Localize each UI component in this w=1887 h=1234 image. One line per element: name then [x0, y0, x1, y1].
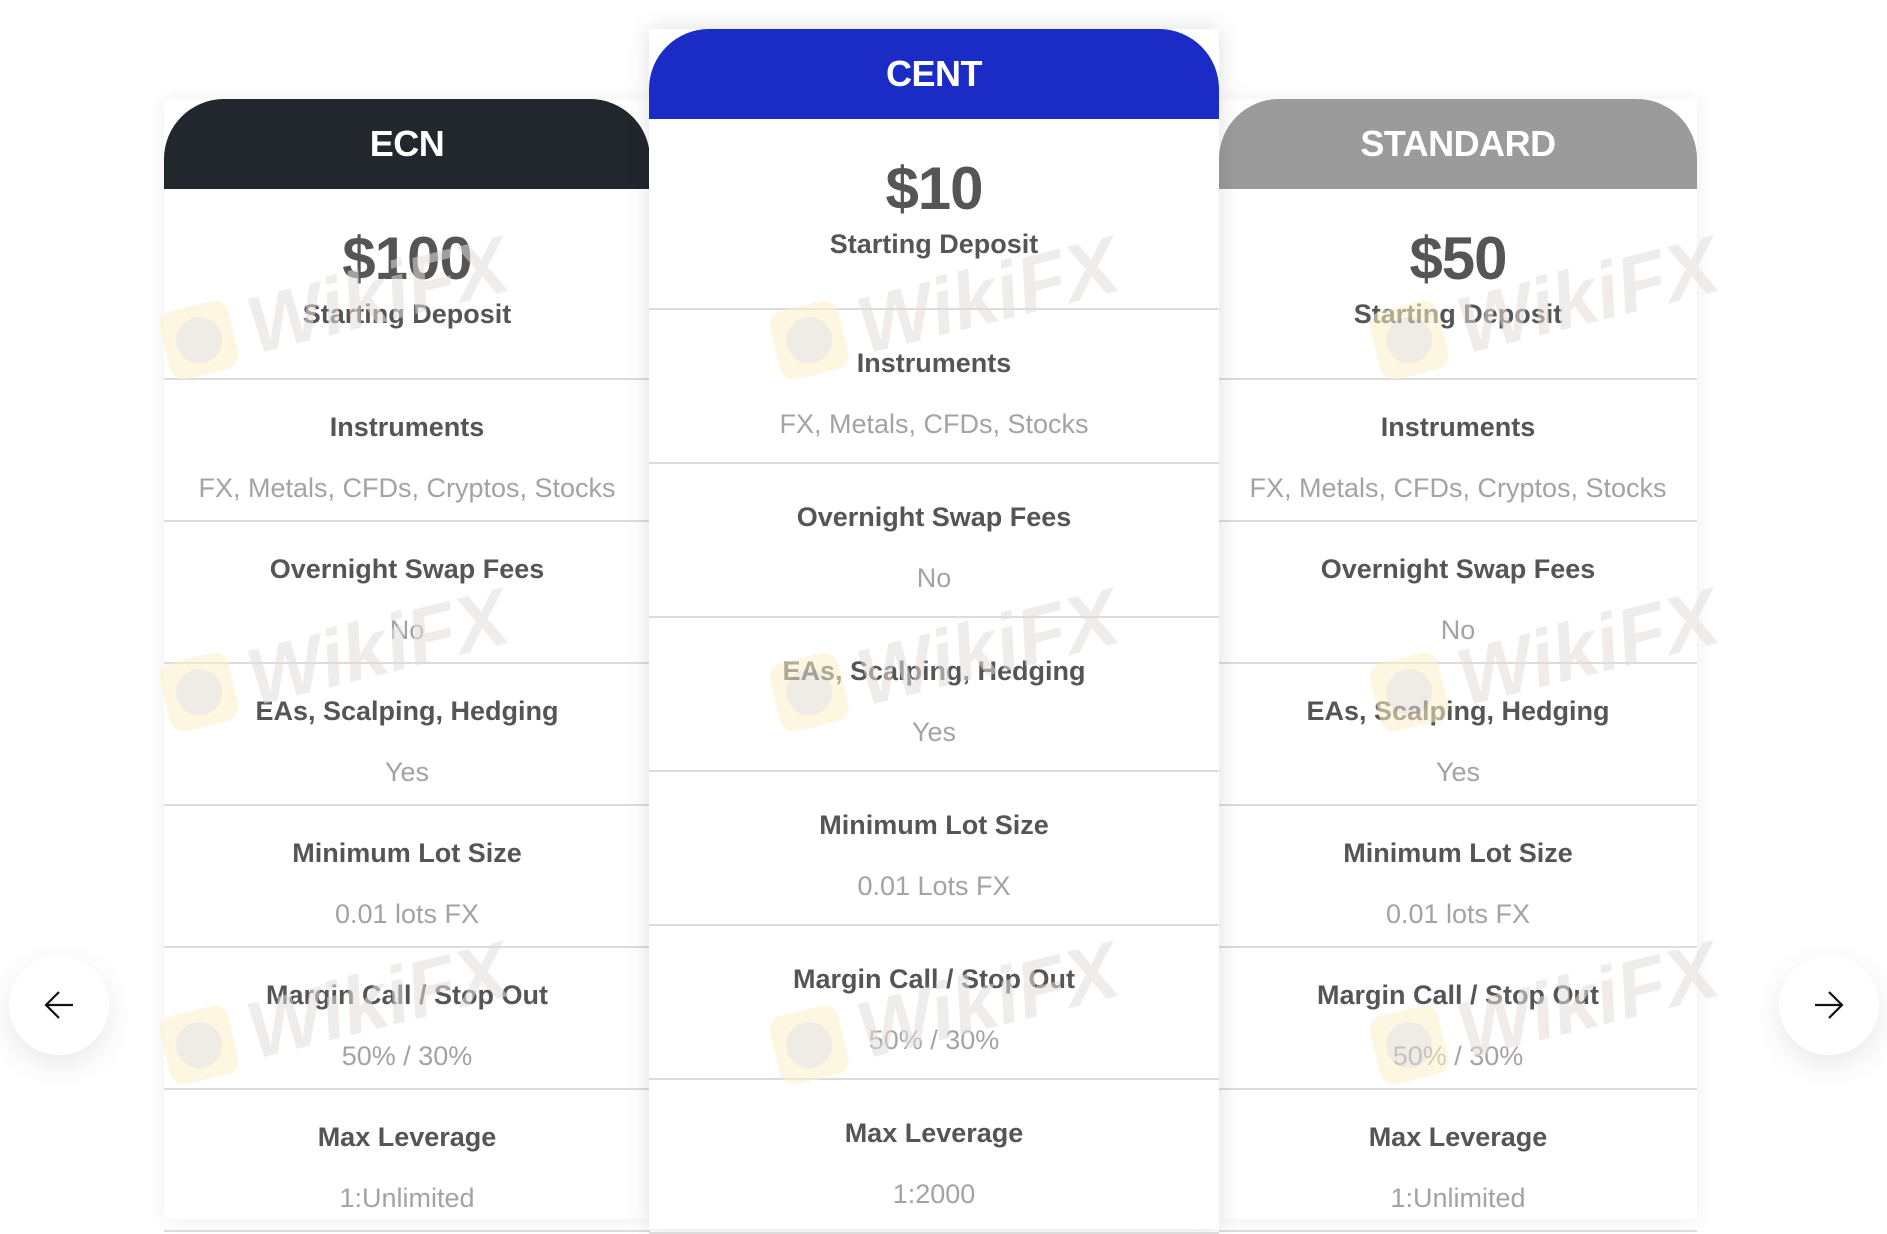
account-card-standard: STANDARD $50 Starting Deposit Instrument…: [1219, 99, 1697, 1232]
feature-value: 0.01 lots FX: [334, 899, 480, 929]
feature-title: Margin Call / Stop Out: [1317, 980, 1599, 1010]
feature-row: Instruments FX, Metals, CFDs, Cryptos, St…: [164, 380, 650, 522]
feature-row: Instruments FX, Metals, CFDs, Stocks: [649, 310, 1219, 464]
feature-title: Minimum Lot Size: [1343, 838, 1573, 868]
feature-row: Overnight Swap Fees No: [649, 464, 1219, 618]
deposit-label: Starting Deposit: [1353, 299, 1563, 329]
starting-deposit: $10 Starting Deposit: [649, 119, 1219, 310]
feature-value: 50% / 30%: [1392, 1041, 1524, 1071]
account-card-ecn: ECN $100 Starting Deposit Instruments FX,…: [164, 99, 650, 1232]
deposit-label: Starting Deposit: [829, 229, 1039, 259]
feature-row: Margin Call / Stop Out 50% / 30%: [649, 926, 1219, 1080]
carousel-next-button[interactable]: [1779, 955, 1879, 1055]
feature-title: Max Leverage: [1368, 1122, 1548, 1152]
feature-value: Yes: [384, 757, 430, 787]
feature-title: Minimum Lot Size: [292, 838, 522, 868]
feature-value: 50% / 30%: [868, 1025, 1000, 1055]
feature-title: Max Leverage: [317, 1122, 497, 1152]
feature-value: 0.01 lots FX: [1385, 899, 1531, 929]
feature-value: 1:Unlimited: [339, 1183, 475, 1213]
feature-row: EAs, Scalping, Hedging Yes: [649, 618, 1219, 772]
feature-value: Yes: [911, 717, 957, 747]
feature-value: FX, Metals, CFDs, Cryptos, Stocks: [1249, 473, 1667, 503]
deposit-label: Starting Deposit: [302, 299, 512, 329]
feature-value: No: [1440, 615, 1476, 645]
feature-title: Instruments: [329, 412, 485, 442]
deposit-amount: $50: [1409, 225, 1507, 292]
deposit-amount: $10: [885, 155, 983, 222]
feature-title: Minimum Lot Size: [819, 810, 1049, 840]
feature-title: EAs, Scalping, Hedging: [782, 656, 1086, 686]
feature-row: Instruments FX, Metals, CFDs, Cryptos, St…: [1219, 380, 1697, 522]
feature-title: Margin Call / Stop Out: [266, 980, 548, 1010]
feature-value: 50% / 30%: [341, 1041, 473, 1071]
account-name: CENT: [886, 53, 983, 94]
feature-title: Overnight Swap Fees: [269, 554, 545, 584]
account-card-cent: CENT $10 Starting Deposit Instruments FX,…: [649, 29, 1219, 1234]
feature-row: Max Leverage 1:2000: [649, 1080, 1219, 1234]
feature-row: Max Leverage 1:Unlimited: [164, 1090, 650, 1232]
feature-row: Minimum Lot Size 0.01 lots FX: [164, 806, 650, 948]
feature-row: Overnight Swap Fees No: [1219, 522, 1697, 664]
feature-row: EAs, Scalping, Hedging Yes: [1219, 664, 1697, 806]
arrow-right-icon: [1815, 991, 1844, 1019]
account-header: STANDARD: [1219, 99, 1697, 189]
feature-title: EAs, Scalping, Hedging: [1306, 696, 1610, 726]
feature-value: No: [389, 615, 425, 645]
feature-title: Overnight Swap Fees: [1320, 554, 1596, 584]
feature-title: EAs, Scalping, Hedging: [255, 696, 559, 726]
account-name: ECN: [369, 123, 445, 164]
feature-title: Max Leverage: [844, 1118, 1024, 1148]
feature-row: Margin Call / Stop Out 50% / 30%: [1219, 948, 1697, 1090]
feature-value: 1:Unlimited: [1390, 1183, 1526, 1213]
feature-value: FX, Metals, CFDs, Cryptos, Stocks: [198, 473, 616, 503]
feature-row: Overnight Swap Fees No: [164, 522, 650, 664]
arrow-left-icon: [44, 991, 73, 1019]
account-header: ECN: [164, 99, 650, 189]
account-header: CENT: [649, 29, 1219, 119]
feature-row: Max Leverage 1:Unlimited: [1219, 1090, 1697, 1232]
carousel-prev-button[interactable]: [9, 955, 109, 1055]
feature-value: 0.01 Lots FX: [857, 871, 1011, 901]
feature-row: Margin Call / Stop Out 50% / 30%: [164, 948, 650, 1090]
feature-row: EAs, Scalping, Hedging Yes: [164, 664, 650, 806]
feature-title: Overnight Swap Fees: [796, 502, 1072, 532]
feature-value: No: [916, 563, 952, 593]
feature-row: Minimum Lot Size 0.01 Lots FX: [649, 772, 1219, 926]
starting-deposit: $100 Starting Deposit: [164, 189, 650, 380]
feature-title: Instruments: [1380, 412, 1536, 442]
feature-value: 1:2000: [892, 1179, 976, 1209]
starting-deposit: $50 Starting Deposit: [1219, 189, 1697, 380]
feature-row: Minimum Lot Size 0.01 lots FX: [1219, 806, 1697, 948]
feature-title: Margin Call / Stop Out: [793, 964, 1075, 994]
deposit-amount: $100: [342, 225, 472, 292]
account-name: STANDARD: [1360, 123, 1556, 164]
feature-title: Instruments: [856, 348, 1012, 378]
feature-value: Yes: [1435, 757, 1481, 787]
feature-value: FX, Metals, CFDs, Stocks: [779, 409, 1089, 439]
